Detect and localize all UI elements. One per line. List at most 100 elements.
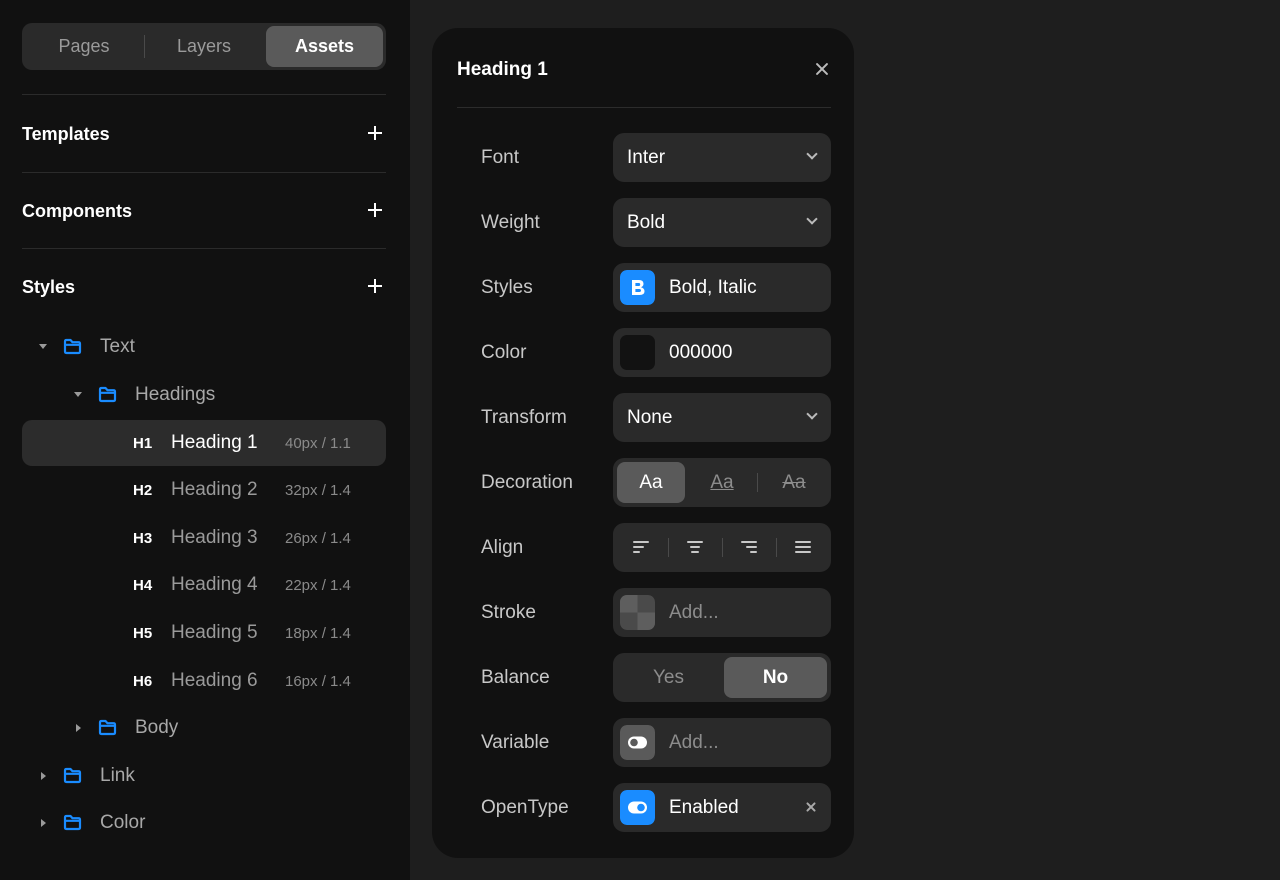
divider: [22, 248, 386, 249]
style-item-heading-1[interactable]: H1 Heading 1 40px / 1.1: [22, 420, 386, 466]
style-meta: 32px / 1.4: [285, 482, 351, 499]
transform-value: None: [627, 407, 673, 428]
tree-folder-headings[interactable]: Headings: [22, 372, 386, 418]
bold-icon: [620, 270, 655, 305]
style-item-heading-6[interactable]: H6 Heading 6 16px / 1.4: [22, 658, 386, 704]
color-label: Color: [481, 342, 527, 363]
decoration-none-option[interactable]: Aa: [617, 462, 685, 503]
heading-tag: H5: [133, 625, 153, 642]
folder-icon: [63, 814, 82, 831]
align-label: Align: [481, 537, 524, 558]
variable-field[interactable]: Add...: [613, 718, 831, 767]
toggle-icon: [620, 725, 655, 760]
segment-divider: [757, 473, 758, 492]
segment-divider: [722, 538, 723, 557]
weight-value: Bold: [627, 212, 666, 233]
caret-right-icon[interactable]: [38, 818, 48, 828]
style-item-heading-4[interactable]: H4 Heading 4 22px / 1.4: [22, 562, 386, 608]
align-left-icon[interactable]: [633, 541, 649, 554]
stroke-label: Stroke: [481, 602, 536, 623]
heading-tag: H2: [133, 482, 153, 499]
caret-down-icon[interactable]: [38, 342, 48, 352]
panel-title: Heading 1: [457, 59, 548, 80]
balance-yes-option[interactable]: Yes: [617, 657, 720, 698]
balance-label: Balance: [481, 667, 550, 688]
color-swatch[interactable]: [620, 335, 655, 370]
tree-folder-body[interactable]: Body: [22, 705, 386, 751]
tree-label: Text: [100, 336, 135, 357]
segment-divider: [776, 538, 777, 557]
toggle-icon: [620, 790, 655, 825]
style-item-heading-5[interactable]: H5 Heading 5 18px / 1.4: [22, 610, 386, 656]
align-center-icon[interactable]: [687, 541, 703, 554]
stroke-placeholder: Add...: [669, 602, 719, 623]
style-meta: 16px / 1.4: [285, 673, 351, 690]
folder-icon: [98, 386, 117, 403]
folder-icon: [63, 338, 82, 355]
remove-opentype-close-icon[interactable]: [804, 800, 818, 814]
style-name: Heading 2: [171, 479, 258, 500]
style-name: Heading 4: [171, 574, 258, 595]
close-icon[interactable]: [812, 59, 832, 79]
style-meta: 40px / 1.1: [285, 435, 351, 452]
tab-assets[interactable]: Assets: [266, 26, 383, 67]
tree-label: Body: [135, 717, 179, 738]
styles-value: Bold, Italic: [669, 277, 757, 298]
segment-divider: [668, 538, 669, 557]
stroke-field[interactable]: Add...: [613, 588, 831, 637]
style-meta: 26px / 1.4: [285, 530, 351, 547]
style-meta: 22px / 1.4: [285, 577, 351, 594]
balance-no-option[interactable]: No: [724, 657, 827, 698]
caret-right-icon[interactable]: [38, 771, 48, 781]
caret-down-icon[interactable]: [73, 390, 83, 400]
style-item-heading-3[interactable]: H3 Heading 3 26px / 1.4: [22, 515, 386, 561]
heading-tag: H1: [133, 435, 153, 452]
weight-label: Weight: [481, 212, 540, 233]
tab-pages[interactable]: Pages: [25, 26, 143, 67]
divider: [457, 107, 831, 108]
font-label: Font: [481, 147, 520, 168]
font-select[interactable]: Inter: [613, 133, 831, 182]
style-item-heading-2[interactable]: H2 Heading 2 32px / 1.4: [22, 467, 386, 513]
balance-segmented: Yes No: [613, 653, 831, 702]
tab-layers[interactable]: Layers: [145, 26, 263, 67]
heading-tag: H4: [133, 577, 153, 594]
tree-label: Color: [100, 812, 146, 833]
add-component-plus-icon[interactable]: [365, 200, 385, 220]
caret-right-icon[interactable]: [73, 723, 83, 733]
transform-select[interactable]: None: [613, 393, 831, 442]
transform-label: Transform: [481, 407, 567, 428]
tree-folder-link[interactable]: Link: [22, 753, 386, 799]
color-value: 000000: [669, 342, 733, 363]
variable-label: Variable: [481, 732, 550, 753]
checker-icon: [620, 595, 655, 630]
opentype-field[interactable]: Enabled: [613, 783, 831, 832]
weight-select[interactable]: Bold: [613, 198, 831, 247]
tree-folder-color[interactable]: Color: [22, 800, 386, 846]
align-right-icon[interactable]: [741, 541, 757, 554]
align-justify-icon[interactable]: [795, 541, 811, 554]
style-name: Heading 3: [171, 527, 258, 548]
decoration-strikethrough-option[interactable]: Aa: [761, 462, 827, 503]
add-template-plus-icon[interactable]: [365, 123, 385, 143]
style-name: Heading 1: [171, 432, 258, 453]
styles-label: Styles: [481, 277, 533, 298]
tree-folder-text[interactable]: Text: [22, 324, 386, 370]
color-field[interactable]: 000000: [613, 328, 831, 377]
styles-field[interactable]: Bold, Italic: [613, 263, 831, 312]
section-title-templates: Templates: [22, 124, 110, 144]
add-style-plus-icon[interactable]: [365, 276, 385, 296]
opentype-label: OpenType: [481, 797, 569, 818]
assets-sidebar: Pages Layers Assets Templates Components…: [0, 0, 410, 880]
chevron-down-icon: [807, 150, 817, 160]
decoration-label: Decoration: [481, 472, 573, 493]
decoration-segmented: Aa Aa Aa: [613, 458, 831, 507]
heading-tag: H3: [133, 530, 153, 547]
decoration-underline-option[interactable]: Aa: [689, 462, 755, 503]
tree-label: Link: [100, 765, 135, 786]
section-title-styles: Styles: [22, 277, 76, 297]
heading-tag: H6: [133, 673, 153, 690]
opentype-value: Enabled: [669, 797, 739, 818]
variable-placeholder: Add...: [669, 732, 719, 753]
chevron-down-icon: [807, 410, 817, 420]
